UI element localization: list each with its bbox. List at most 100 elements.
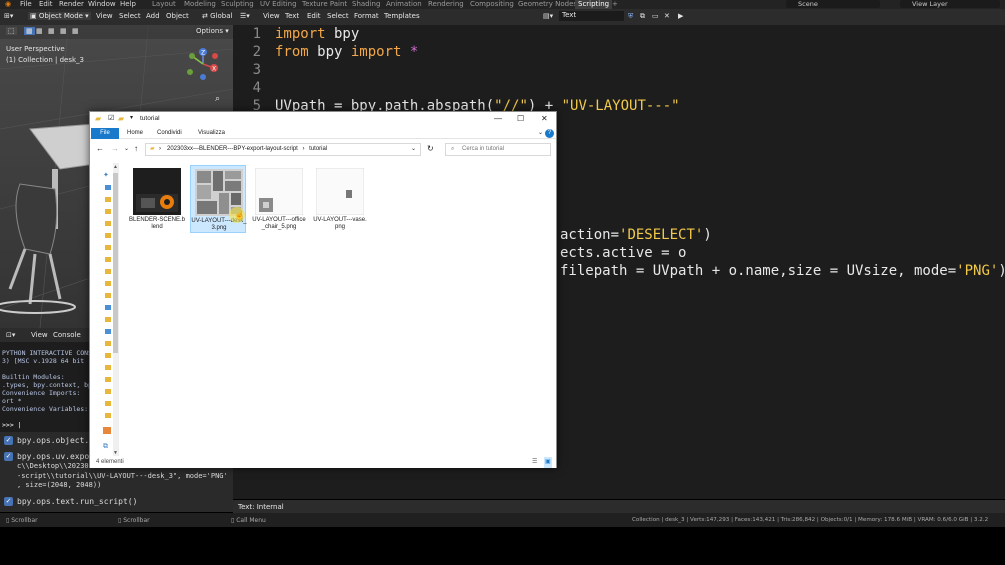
file-explorer-window[interactable]: ▰ ☑ ▰ ▾ tutorial — ☐ ✕ File Home Condivi… [89,111,557,468]
details-view-icon[interactable]: ☰ [532,457,537,468]
explorer-file-list[interactable]: BLENDER-SCENE.blend UV-LAYOUT---desk_3.p… [120,163,556,456]
maximize-button[interactable]: ☐ [517,114,524,123]
refresh-icon[interactable]: ↻ [427,144,434,153]
tab-shading[interactable]: Shading [352,0,380,9]
menu-help[interactable]: Help [120,0,136,9]
tab-uv-editing[interactable]: UV Editing [260,0,297,9]
forward-arrow-icon[interactable]: → [111,144,119,153]
te-menu-text[interactable]: Text [285,12,299,20]
te-menu-templates[interactable]: Templates [384,12,420,20]
open-text-icon[interactable]: ▭ [652,12,659,20]
console-editor-type-icon[interactable]: ⊡▾ [6,331,15,339]
help-button[interactable]: ? [545,129,554,138]
te-menu-format[interactable]: Format [354,12,379,20]
tab-layout[interactable]: Layout [152,0,176,9]
console-prompt[interactable]: >>> | [2,421,22,429]
ribbon-tab-file[interactable]: File [91,128,119,139]
status-mouse-left: ▯ Scrollbar [6,517,38,524]
tab-texture-paint[interactable]: Texture Paint [302,0,347,9]
options-dropdown[interactable]: Options ▾ [194,27,231,35]
transform-orientation[interactable]: ⇄ Global [202,12,232,20]
unlink-text-icon[interactable]: ✕ [664,12,670,20]
select-tool-icon[interactable]: ⬚ [6,27,17,35]
explorer-nav-pane[interactable]: ▲ ▼ ✦ ⧉ [90,163,119,456]
new-text-icon[interactable]: ⧉ [640,12,645,21]
svg-text:✦: ✦ [103,171,109,179]
explorer-title-bar[interactable]: ▰ ☑ ▰ ▾ tutorial — ☐ ✕ [90,112,556,127]
add-workspace-button[interactable]: + [612,0,618,9]
line-number: 4 [252,80,261,96]
text-editor-type-icon[interactable]: ☰▾ [240,12,250,20]
viewport-header: ⊞▾ ▣ Object Mode ▾ View Select Add Objec… [0,9,233,25]
ribbon-tab-view[interactable]: Visualizza [193,128,230,139]
fake-user-shield-icon[interactable]: ⛨ [628,12,633,21]
menu-file[interactable]: File [20,0,32,9]
tab-rendering[interactable]: Rendering [428,0,464,9]
minimize-button[interactable]: — [494,114,502,123]
code-line-2[interactable]: from bpy import * [275,44,418,60]
select-extend-mode-icon[interactable]: ▦ [36,27,43,35]
properties-quick-icon[interactable]: ☑ [108,114,114,122]
text-source-label: Text: Internal [238,503,284,511]
tab-scripting[interactable]: Scripting [575,0,613,9]
address-dropdown-icon[interactable]: ⌄ [411,144,416,155]
navigation-gizmo[interactable]: Z X [184,46,224,82]
te-menu-select[interactable]: Select [327,12,349,20]
viewport-menu-add[interactable]: Add [146,12,160,20]
menu-render[interactable]: Render [59,0,84,9]
tab-modeling[interactable]: Modeling [184,0,216,9]
select-subtract-mode-icon[interactable]: ▦ [48,27,55,35]
viewport-menu-view[interactable]: View [96,12,113,20]
quick-access-dropdown-icon[interactable]: ▾ [130,114,133,121]
tab-geometry-nodes[interactable]: Geometry Nodes [518,0,577,9]
select-intersect-mode-icon[interactable]: ▦ [72,27,79,35]
select-invert-mode-icon[interactable]: ▦ [60,27,67,35]
select-box-mode-icon[interactable]: ▦ [24,27,35,35]
tab-animation[interactable]: Animation [386,0,422,9]
blender-logo-icon[interactable]: ◉ [5,0,11,9]
viewport-menu-select[interactable]: Select [119,12,141,20]
ribbon-tab-share[interactable]: Condividi [152,128,187,139]
close-button[interactable]: ✕ [541,114,548,123]
view-layer-selector[interactable]: View Layer [900,0,1000,8]
file-item-blend[interactable]: BLENDER-SCENE.blend [129,165,185,233]
back-arrow-icon[interactable]: ← [96,144,104,153]
breadcrumb-current[interactable]: tutorial [309,146,327,152]
console-menu-console[interactable]: Console [53,331,81,339]
editor-type-icon[interactable]: ⊞▾ [4,12,13,20]
search-input[interactable]: ⌕ Cerca in tutorial [445,143,551,156]
menu-window[interactable]: Window [88,0,116,9]
te-menu-edit[interactable]: Edit [307,12,321,20]
zoom-icon[interactable]: ⌕ [215,94,220,104]
line-number: 3 [252,62,261,78]
te-menu-view[interactable]: View [263,12,280,20]
info-entry[interactable]: bpy.ops.text.run_script() [17,497,137,506]
text-datablock-icon[interactable]: ▤▾ [543,12,553,20]
tab-compositing[interactable]: Compositing [470,0,514,9]
large-icons-view-icon[interactable]: ▣ [544,457,552,468]
code-line-13[interactable]: ects.active = o [560,245,686,261]
info-entry[interactable]: bpy.ops.uv.export [17,452,99,461]
viewport-menu-object[interactable]: Object [166,12,189,20]
file-item-png-chair[interactable]: UV-LAYOUT---office_chair_5.png [251,165,307,233]
console-menu-view[interactable]: View [31,331,48,339]
code-line-1[interactable]: import bpy [275,26,359,42]
new-folder-quick-icon[interactable]: ▰ [118,114,124,123]
info-entry[interactable]: bpy.ops.object.se [17,436,99,445]
code-keyword: import [350,44,402,60]
breadcrumb-parent[interactable]: 202303xx---BLENDER---BPY-export-layout-s… [167,146,298,152]
run-script-icon[interactable]: ▶ [678,12,683,20]
ribbon-tab-home[interactable]: Home [122,128,148,139]
mode-dropdown[interactable]: ▣ Object Mode ▾ [28,12,91,20]
address-box[interactable]: ▰ › 202303xx---BLENDER---BPY-export-layo… [145,143,421,156]
python-console[interactable]: PYTHON INTERACTIVE CONSOLE 3) [MSC v.192… [0,342,92,432]
code-line-12[interactable]: action='DESELECT') [560,227,712,243]
recent-locations-icon[interactable]: ⌄ [124,145,129,152]
file-item-png-vase[interactable]: UV-LAYOUT---vase.png [312,165,368,233]
text-file-name[interactable]: Text [559,11,624,21]
tab-sculpting[interactable]: Sculpting [221,0,254,9]
scene-selector[interactable]: Scene [786,0,880,8]
code-line-14[interactable]: filepath = UVpath + o.name,size = UVsize… [560,263,1005,279]
menu-edit[interactable]: Edit [39,0,53,9]
up-arrow-icon[interactable]: ↑ [134,144,138,153]
